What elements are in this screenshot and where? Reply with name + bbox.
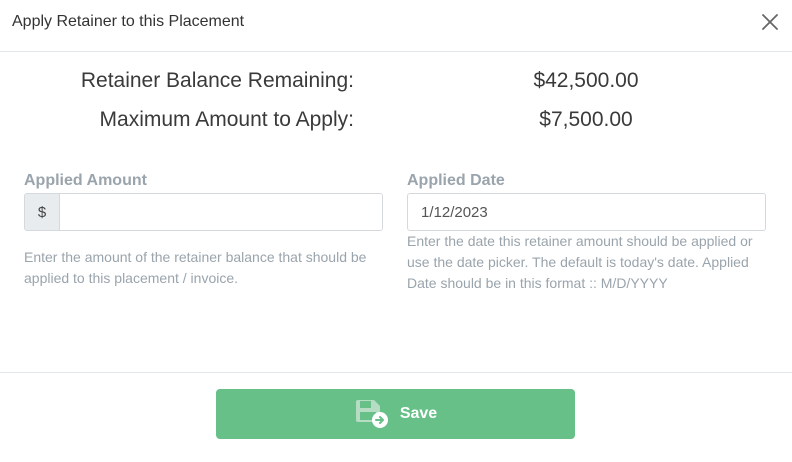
max-amount-value: $7,500.00 bbox=[539, 108, 633, 131]
applied-date-input[interactable] bbox=[407, 193, 766, 231]
applied-date-label: Applied Date bbox=[407, 172, 505, 189]
max-amount-row: Maximum Amount to Apply: $7,500.00 bbox=[0, 108, 792, 138]
balance-label: Retainer Balance Remaining: bbox=[80, 69, 354, 92]
applied-date-help: Enter the date this retainer amount shou… bbox=[407, 233, 753, 291]
balance-value: $42,500.00 bbox=[533, 69, 639, 92]
applied-amount-input[interactable] bbox=[60, 194, 382, 230]
balance-row: Retainer Balance Remaining: $42,500.00 bbox=[0, 69, 792, 99]
applied-amount-group: $ bbox=[24, 193, 383, 231]
close-icon[interactable] bbox=[761, 13, 779, 31]
currency-addon: $ bbox=[25, 194, 60, 230]
dialog-header: Apply Retainer to this Placement bbox=[0, 0, 792, 52]
max-amount-label: Maximum Amount to Apply: bbox=[99, 108, 354, 131]
save-disk-arrow-icon bbox=[355, 400, 388, 428]
applied-amount-help: Enter the amount of the retainer balance… bbox=[24, 249, 367, 286]
save-button-label: Save bbox=[399, 405, 438, 422]
applied-amount-label: Applied Amount bbox=[24, 172, 147, 189]
dialog-title: Apply Retainer to this Placement bbox=[12, 13, 245, 30]
save-button[interactable]: Save bbox=[216, 389, 575, 439]
footer-divider bbox=[0, 372, 792, 373]
